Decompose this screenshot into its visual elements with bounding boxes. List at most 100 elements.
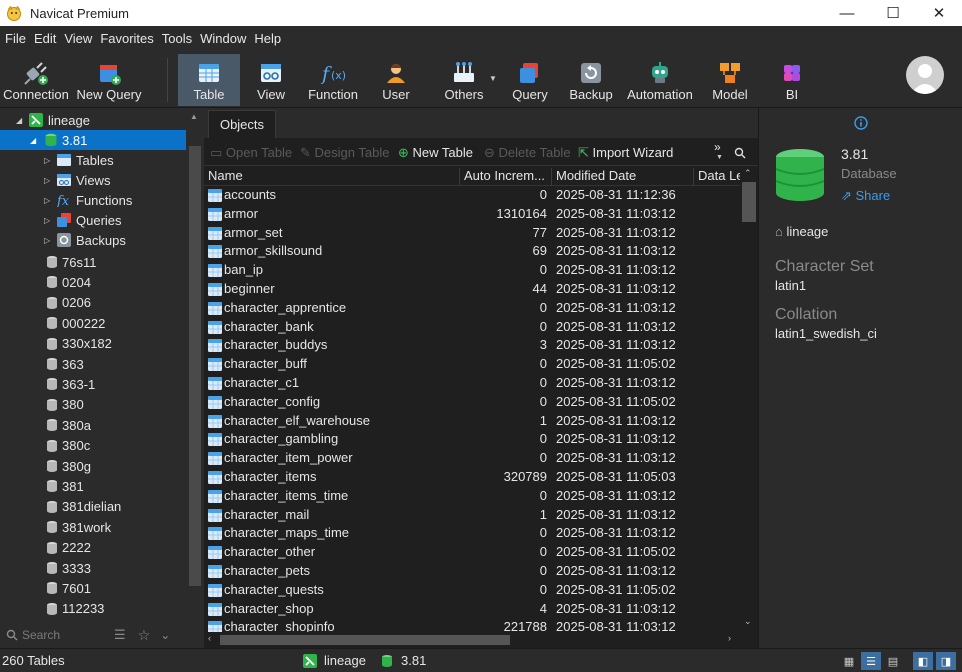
table-row[interactable]: armor_skillsound 69 2025-08-31 11:03:12 [204, 242, 740, 261]
others-dropdown-icon[interactable]: ▼ [489, 74, 497, 83]
bi-button[interactable]: BI [770, 54, 814, 106]
nav-scrollbar[interactable]: ▲ [186, 108, 204, 648]
nav-database-item[interactable]: 7601 [0, 578, 186, 598]
table-row[interactable]: character_item_power 0 2025-08-31 11:03:12 [204, 449, 740, 468]
more-dropdown-icon[interactable]: ▼ [716, 154, 723, 161]
model-button[interactable]: Model [706, 54, 754, 106]
collapsed-arrow-icon[interactable]: ▷ [44, 196, 50, 205]
share-link[interactable]: ⇗ Share [841, 188, 890, 204]
automation-button[interactable]: Automation [624, 54, 696, 106]
menu-edit[interactable]: Edit [31, 26, 59, 52]
toggle-left-pane-button[interactable]: ◧ [913, 652, 933, 670]
nav-database-3.81[interactable]: ◢ 3.81 [0, 130, 186, 150]
nav-database-item[interactable]: 380a [0, 415, 186, 435]
table-row[interactable]: character_c1 0 2025-08-31 11:03:12 [204, 374, 740, 393]
table-row[interactable]: character_shopinfo 221788 2025-08-31 11:03… [204, 618, 740, 632]
close-button[interactable]: ✕ [916, 0, 962, 26]
import-wizard-button[interactable]: ⇱ Import Wizard [578, 145, 673, 161]
table-row[interactable]: armor 1310164 2025-08-31 11:03:12 [204, 205, 740, 224]
column-modified-date[interactable]: Modified Date [552, 168, 694, 186]
table-row[interactable]: character_items_time 0 2025-08-31 11:03:12 [204, 487, 740, 506]
backup-button[interactable]: Backup [566, 54, 616, 106]
scroll-right-icon[interactable]: › [728, 633, 731, 643]
nav-connection-lineage[interactable]: ◢ lineage [0, 110, 186, 130]
table-row[interactable]: character_gambling 0 2025-08-31 11:03:12 [204, 430, 740, 449]
star-icon[interactable]: ☆ [138, 627, 151, 644]
nav-database-item[interactable]: 381 [0, 476, 186, 496]
new-table-button[interactable]: ⊕ New Table [398, 145, 473, 161]
table-row[interactable]: beginner 44 2025-08-31 11:03:12 [204, 280, 740, 299]
scroll-left-icon[interactable]: ‹ [208, 633, 211, 643]
new-query-button[interactable]: New Query [74, 54, 144, 106]
table-list-scroll-thumb[interactable] [742, 182, 756, 222]
nav-database-item[interactable]: 330x182 [0, 334, 186, 354]
table-row[interactable]: character_config 0 2025-08-31 11:05:02 [204, 393, 740, 412]
table-row[interactable]: character_other 0 2025-08-31 11:05:02 [204, 543, 740, 562]
list-view-button[interactable]: ☰ [861, 652, 881, 670]
grid-view-button[interactable]: ▦ [839, 652, 859, 670]
avatar[interactable] [906, 56, 944, 94]
query-button[interactable]: Query [504, 54, 556, 106]
table-row[interactable]: character_buff 0 2025-08-31 11:05:02 [204, 355, 740, 374]
collapsed-arrow-icon[interactable]: ▷ [44, 176, 50, 185]
nav-item-queries[interactable]: ▷ Queries [0, 210, 186, 230]
collapse-icon[interactable]: ⌄ [160, 628, 170, 642]
nav-database-item[interactable]: 112233 [0, 599, 186, 619]
tab-objects[interactable]: Objects [208, 110, 276, 138]
table-row[interactable]: accounts 0 2025-08-31 11:12:36 [204, 186, 740, 205]
nav-database-item[interactable]: 000222 [0, 313, 186, 333]
nav-database-item[interactable]: 363 [0, 354, 186, 374]
detail-view-button[interactable]: ▤ [883, 652, 903, 670]
nav-database-item[interactable]: 2222 [0, 538, 186, 558]
nav-database-item[interactable]: 381work [0, 517, 186, 537]
nav-database-item[interactable]: 0204 [0, 272, 186, 292]
design-table-button[interactable]: ✎ Design Table [300, 145, 389, 161]
nav-database-item[interactable]: 76s11 [0, 252, 186, 272]
nav-item-views[interactable]: ▷ Views [0, 170, 186, 190]
nav-database-item[interactable]: 380c [0, 436, 186, 456]
expanded-arrow-icon[interactable]: ◢ [30, 136, 36, 145]
table-row[interactable]: character_items 320789 2025-08-31 11:05:03 [204, 468, 740, 487]
nav-database-item[interactable]: 381dielian [0, 497, 186, 517]
table-row[interactable]: character_elf_warehouse 1 2025-08-31 11:03… [204, 412, 740, 431]
table-row[interactable]: character_apprentice 0 2025-08-31 11:03:12 [204, 299, 740, 318]
menu-tools[interactable]: Tools [159, 26, 195, 52]
user-button[interactable]: User [368, 54, 424, 106]
nav-scroll-thumb[interactable] [189, 146, 201, 586]
scroll-up-icon[interactable]: ▲ [190, 112, 198, 121]
filter-icon[interactable]: ☰ [114, 627, 126, 643]
search-icon[interactable] [734, 147, 746, 159]
nav-database-item[interactable]: 3333 [0, 558, 186, 578]
more-actions-button[interactable]: » [714, 140, 721, 154]
delete-table-button[interactable]: ⊖ Delete Table [484, 145, 571, 161]
nav-database-item[interactable]: 380 [0, 395, 186, 415]
collapsed-arrow-icon[interactable]: ▷ [44, 216, 50, 225]
nav-item-tables[interactable]: ▷ Tables [0, 150, 186, 170]
menu-file[interactable]: File [2, 26, 29, 52]
view-button[interactable]: View [244, 54, 298, 106]
scroll-up-icon[interactable]: ⌃ [744, 168, 752, 179]
horizontal-scrollbar[interactable]: ‹ › [204, 632, 758, 648]
collapsed-arrow-icon[interactable]: ▷ [44, 236, 50, 245]
nav-item-backups[interactable]: ▷ Backups [0, 230, 186, 250]
nav-database-item[interactable]: 363-1 [0, 374, 186, 394]
nav-item-functions[interactable]: ▷ fx Functions [0, 190, 186, 210]
search-input[interactable]: Search [22, 628, 112, 642]
minimize-button[interactable]: — [824, 0, 870, 26]
table-row[interactable]: character_buddys 3 2025-08-31 11:03:12 [204, 336, 740, 355]
table-row[interactable]: ban_ip 0 2025-08-31 11:03:12 [204, 261, 740, 280]
horizontal-scroll-thumb[interactable] [220, 635, 510, 645]
table-row[interactable]: character_pets 0 2025-08-31 11:03:12 [204, 562, 740, 581]
menu-window[interactable]: Window [197, 26, 249, 52]
table-row[interactable]: armor_set 77 2025-08-31 11:03:12 [204, 224, 740, 243]
maximize-button[interactable]: ☐ [870, 0, 916, 26]
connection-button[interactable]: Connection [2, 54, 70, 106]
column-data-length[interactable]: Data Le [694, 168, 740, 186]
open-table-button[interactable]: ▭ Open Table [210, 145, 292, 161]
column-name[interactable]: Name [204, 168, 460, 186]
menu-view[interactable]: View [61, 26, 95, 52]
table-row[interactable]: character_mail 1 2025-08-31 11:03:12 [204, 506, 740, 525]
table-row[interactable]: character_shop 4 2025-08-31 11:03:12 [204, 600, 740, 619]
expanded-arrow-icon[interactable]: ◢ [16, 116, 22, 125]
table-row[interactable]: character_maps_time 0 2025-08-31 11:03:12 [204, 524, 740, 543]
